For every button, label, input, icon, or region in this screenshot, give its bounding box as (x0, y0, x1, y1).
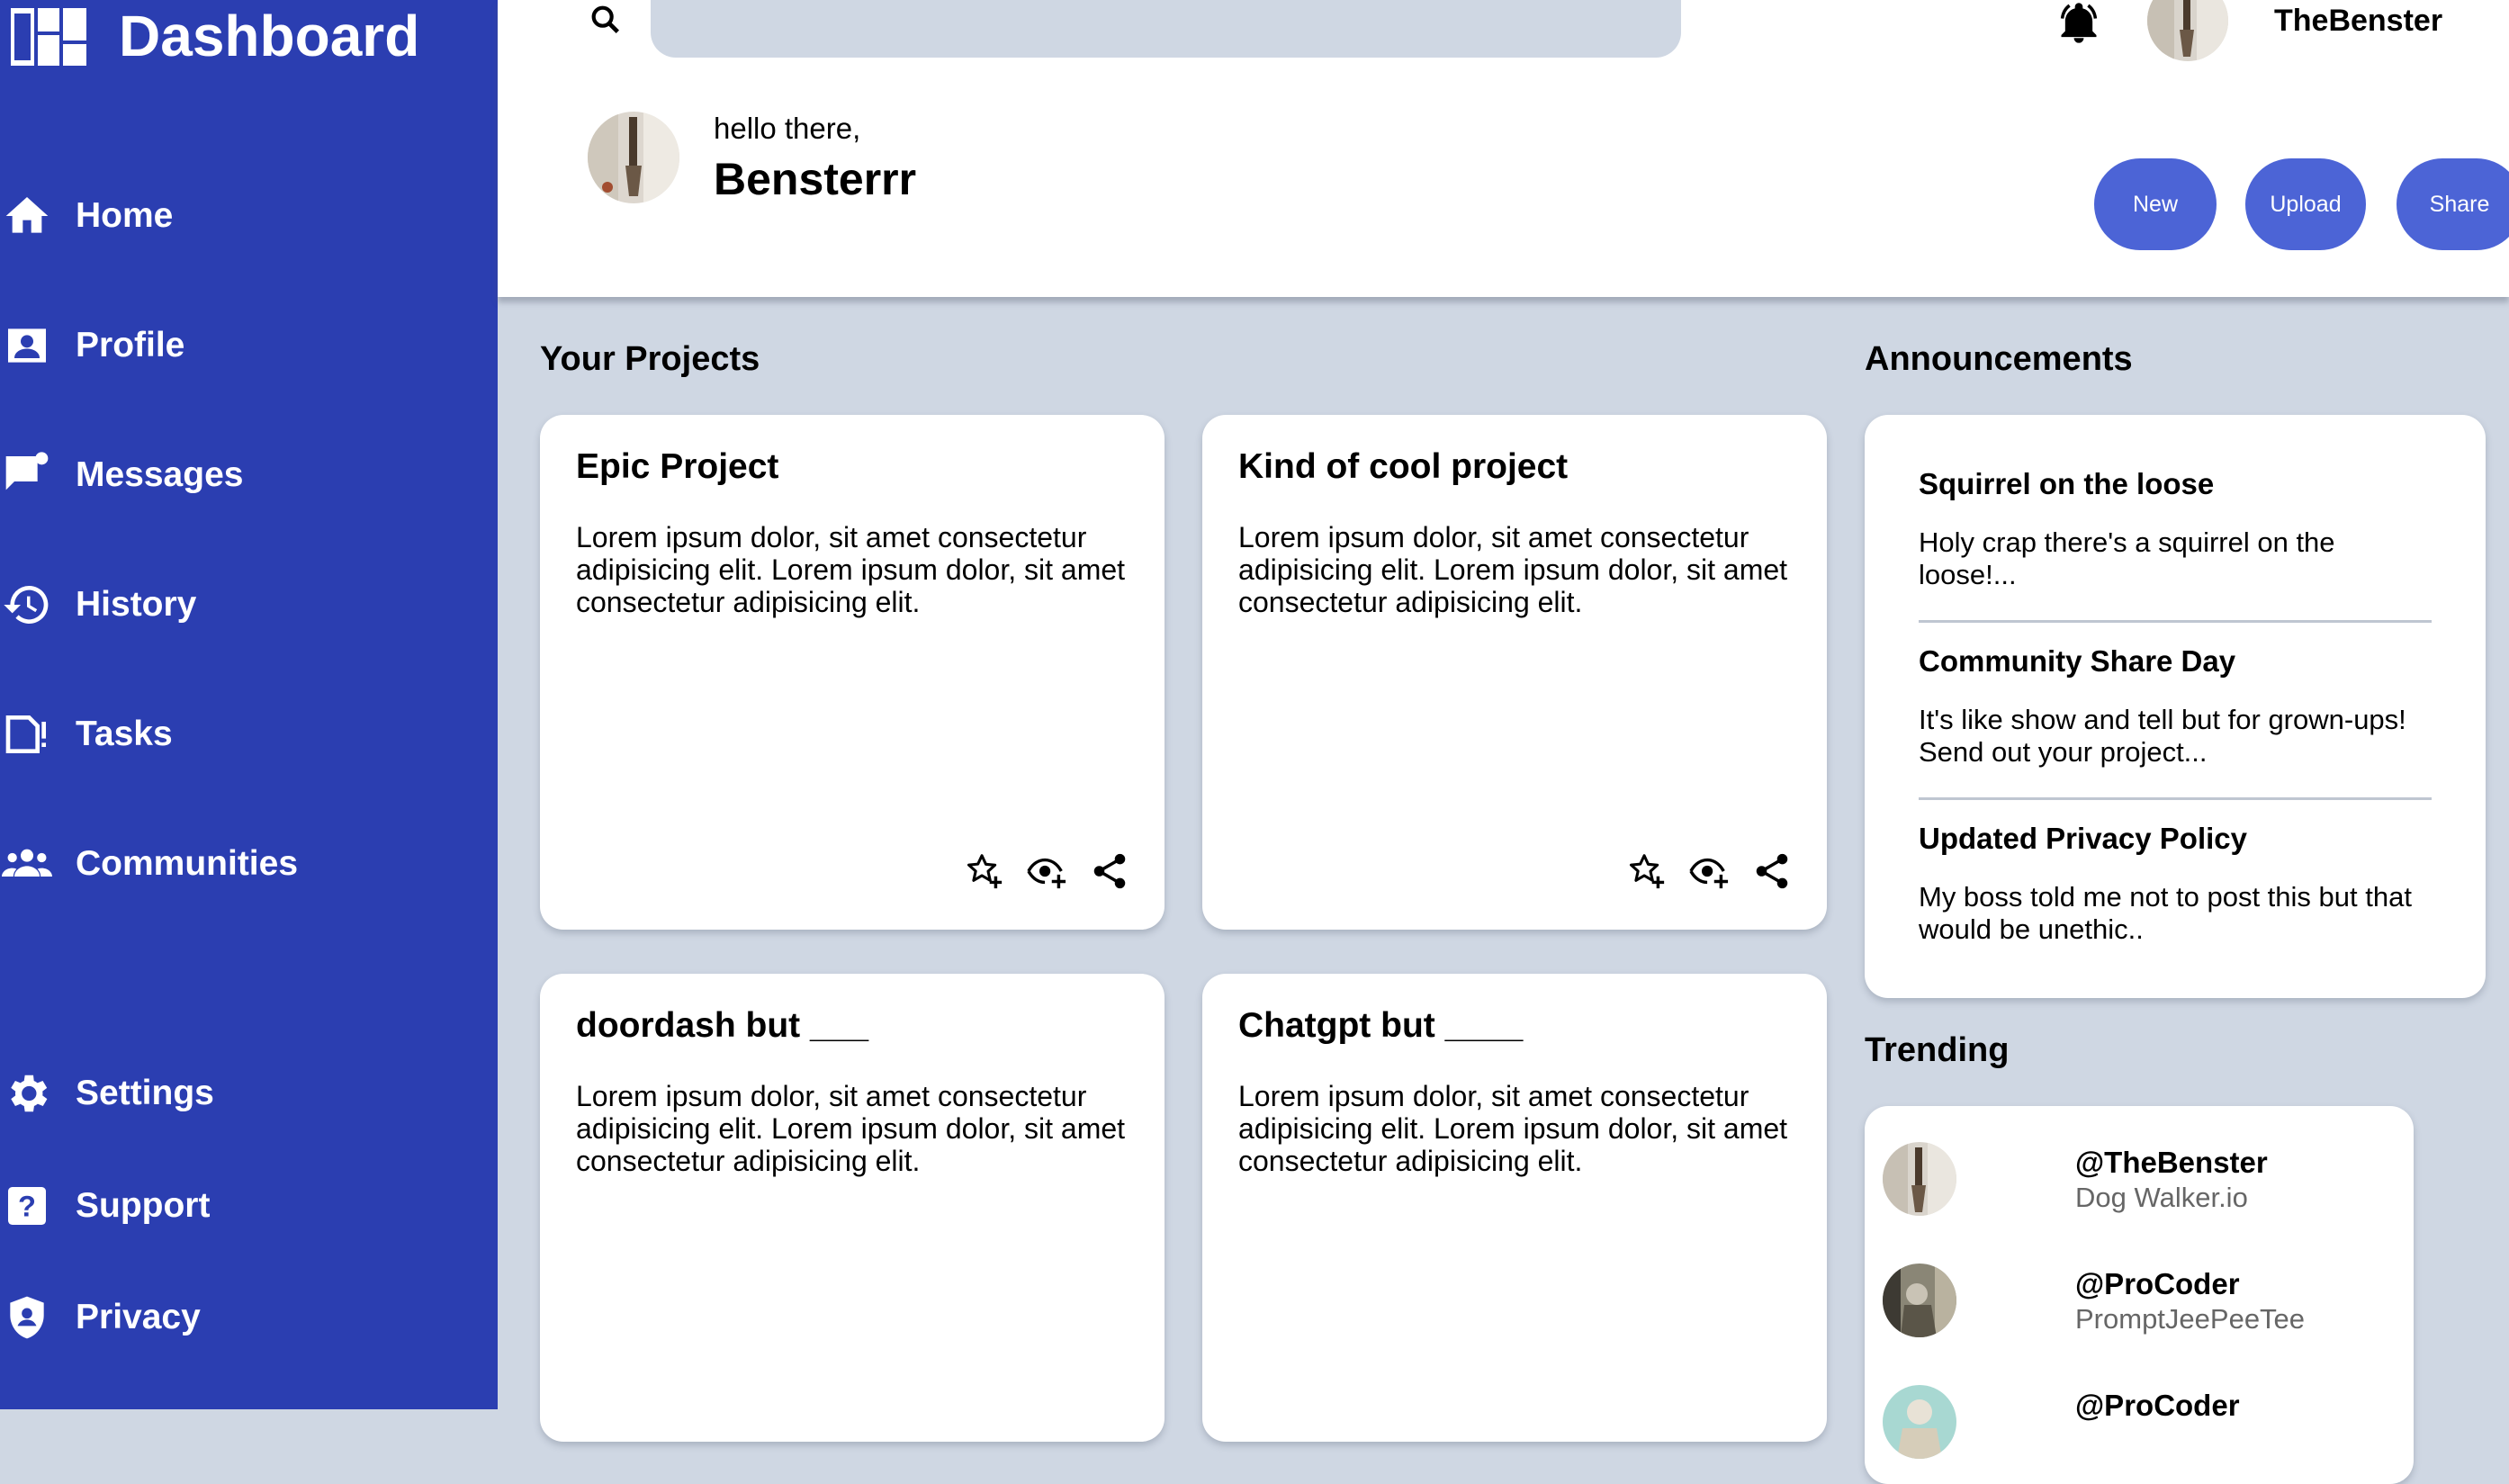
project-card[interactable]: Kind of cool project Lorem ipsum dolor, … (1202, 415, 1827, 930)
project-title: Chatgpt but ____ (1238, 1006, 1524, 1045)
sidebar-item-label: Communities (76, 844, 299, 883)
announcements-card: Squirrel on the loose Holy crap there's … (1865, 415, 2486, 998)
announcement-body: Holy crap there's a squirrel on the loos… (1919, 526, 2335, 590)
announcement-title: Community Share Day (1919, 644, 2236, 678)
project-card[interactable]: doordash but ___ Lorem ipsum dolor, sit … (540, 974, 1165, 1442)
announcement-title: Updated Privacy Policy (1919, 822, 2247, 855)
trending-handle: @ProCoder (2075, 1267, 2240, 1300)
trending-handle: @ProCoder (2075, 1389, 2240, 1422)
project-card[interactable]: Epic Project Lorem ipsum dolor, sit amet… (540, 415, 1165, 930)
trending-item[interactable]: @TheBenster Dog Walker.io (1883, 1124, 2396, 1246)
search-input[interactable] (651, 0, 1681, 58)
header: TheBenster hello there, Bensterrr New Up… (498, 0, 2509, 297)
search-icon[interactable] (588, 2, 624, 38)
gear-icon (0, 1068, 52, 1119)
project-description: Lorem ipsum dolor, sit amet consectetur … (576, 521, 1126, 618)
home-icon (0, 191, 52, 241)
profile-icon (0, 320, 52, 371)
sidebar-item-label: Profile (76, 326, 185, 364)
svg-text:?: ? (18, 1190, 36, 1223)
share-icon[interactable] (1751, 850, 1793, 892)
trending-project: PromptJeePeeTee (2075, 1303, 2306, 1335)
trending-project: Dog Walker.io (2075, 1182, 2248, 1213)
project-title: Kind of cool project (1238, 447, 1569, 486)
sidebar-item-label: Settings (76, 1074, 214, 1112)
brand-title: Dashboard (119, 4, 420, 68)
watch-add-icon[interactable] (1688, 850, 1730, 892)
support-icon: ? (0, 1181, 52, 1231)
username[interactable]: TheBenster (2274, 4, 2442, 39)
user-avatar (588, 112, 679, 203)
trending-handle: @TheBenster (2075, 1146, 2268, 1179)
brand[interactable]: Dashboard (11, 0, 419, 81)
history-icon (0, 580, 52, 630)
shield-icon (0, 1292, 52, 1343)
announcement-item[interactable]: Community Share Day It's like show and t… (1919, 644, 2432, 800)
announcement-body: My boss told me not to post this but tha… (1919, 881, 2412, 945)
announcements-section-title: Announcements (1865, 340, 2133, 378)
sidebar-item-label: History (76, 585, 197, 624)
avatar (1883, 1385, 1956, 1459)
watch-add-icon[interactable] (1026, 850, 1067, 892)
share-button[interactable]: Share (2397, 158, 2509, 250)
avatar[interactable] (2147, 0, 2228, 61)
sidebar-item-label: Privacy (76, 1298, 201, 1336)
card-actions (963, 850, 1130, 892)
project-title: doordash but ___ (576, 1006, 869, 1045)
messages-icon (0, 450, 52, 500)
card-actions (1625, 850, 1793, 892)
projects-section-title: Your Projects (540, 340, 760, 378)
avatar (1883, 1264, 1956, 1337)
display-name: Bensterrr (714, 154, 917, 204)
project-description: Lorem ipsum dolor, sit amet consectetur … (1238, 1080, 1788, 1177)
share-icon[interactable] (1089, 850, 1130, 892)
sidebar-item-tasks[interactable]: Tasks (0, 698, 173, 770)
project-title: Epic Project (576, 447, 779, 486)
sidebar-item-home[interactable]: Home (0, 180, 173, 252)
communities-icon (0, 839, 52, 889)
announcement-item[interactable]: Updated Privacy Policy My boss told me n… (1919, 822, 2432, 975)
sidebar-item-communities[interactable]: Communities (0, 828, 298, 900)
sidebar-item-label: Messages (76, 455, 244, 494)
tasks-icon (0, 709, 52, 760)
dashboard-grid-icon (11, 8, 86, 66)
sidebar-item-label: Home (76, 196, 174, 235)
trending-item[interactable]: @ProCoder PromptJeePeeTee (1883, 1246, 2396, 1367)
project-description: Lorem ipsum dolor, sit amet consectetur … (576, 1080, 1126, 1177)
announcement-title: Squirrel on the loose (1919, 467, 2215, 500)
sidebar-item-label: Support (76, 1186, 211, 1225)
star-add-icon[interactable] (1625, 850, 1667, 892)
sidebar-item-settings[interactable]: Settings (0, 1057, 214, 1129)
sidebar-item-privacy[interactable]: Privacy (0, 1282, 201, 1354)
trending-card: @TheBenster Dog Walker.io @ProCoder Prom… (1865, 1106, 2414, 1484)
announcement-item[interactable]: Squirrel on the loose Holy crap there's … (1919, 467, 2432, 623)
avatar (1883, 1142, 1956, 1216)
sidebar: Dashboard Home Profile Messages History … (0, 0, 498, 1409)
sidebar-item-label: Tasks (76, 715, 173, 753)
project-card[interactable]: Chatgpt but ____ Lorem ipsum dolor, sit … (1202, 974, 1827, 1442)
bell-icon[interactable] (2055, 0, 2102, 47)
star-add-icon[interactable] (963, 850, 1004, 892)
sidebar-item-support[interactable]: ? Support (0, 1170, 210, 1242)
project-description: Lorem ipsum dolor, sit amet consectetur … (1238, 521, 1788, 618)
announcement-body: It's like show and tell but for grown-up… (1919, 704, 2406, 768)
trending-item[interactable]: @ProCoder (1883, 1367, 2396, 1484)
new-button[interactable]: New (2094, 158, 2217, 250)
sidebar-item-messages[interactable]: Messages (0, 439, 243, 511)
trending-section-title: Trending (1865, 1031, 2010, 1069)
sidebar-item-profile[interactable]: Profile (0, 310, 184, 382)
upload-button[interactable]: Upload (2245, 158, 2366, 250)
sidebar-item-history[interactable]: History (0, 569, 196, 641)
greeting-text: hello there, (714, 112, 861, 145)
